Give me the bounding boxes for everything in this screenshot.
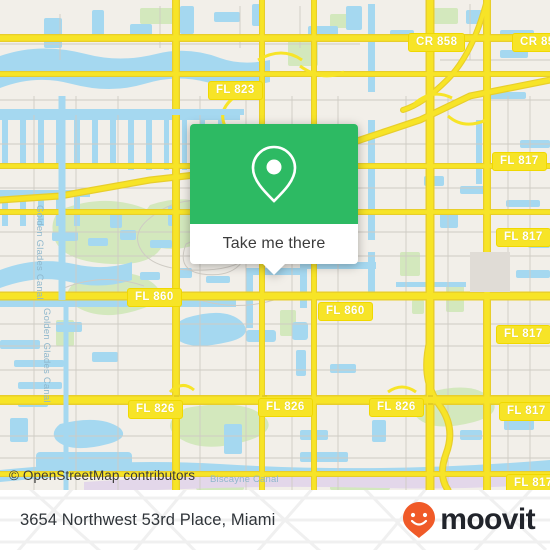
water-label-biscayne-canal: Biscayne Canal (210, 474, 279, 485)
road-shield[interactable]: FL 826 (128, 400, 183, 419)
callout-pointer-tail (263, 264, 285, 275)
map-pin-icon (251, 145, 297, 203)
moovit-pin-smiley-icon (403, 502, 436, 538)
callout-action-row[interactable]: Take me there (190, 224, 358, 264)
road-shield[interactable]: FL 817 (492, 152, 547, 171)
road-shield[interactable]: FL 817 (499, 402, 550, 421)
water-label-golden-glades-canal-upper: Golden Glades Canal (34, 205, 45, 300)
road-shield[interactable]: FL 823 (208, 81, 263, 100)
road-shield[interactable]: FL 860 (127, 288, 182, 307)
osm-attribution[interactable]: © OpenStreetMap contributors (9, 468, 195, 483)
take-me-there-label: Take me there (222, 235, 326, 252)
footer-bar: 3654 Northwest 53rd Place, Miami moovit (0, 490, 550, 550)
road-shield[interactable]: CR 858 (408, 33, 466, 52)
moovit-wordmark: moovit (440, 503, 535, 536)
road-shield[interactable]: FL 826 (258, 398, 313, 417)
map-screenshot: CR 858 CR 858 FL 823 FL 817 FL 817 FL 86… (0, 0, 550, 550)
road-shield[interactable]: FL 817 (506, 474, 550, 490)
road-shield[interactable]: FL 817 (496, 228, 550, 247)
moovit-logo[interactable]: moovit (402, 490, 536, 550)
road-shield[interactable]: FL 860 (318, 302, 373, 321)
address-label: 3654 Northwest 53rd Place, Miami (20, 510, 276, 529)
industrial-block (470, 252, 510, 292)
water-label-golden-glades-canal-lower: Golden Glades Canal (41, 308, 52, 403)
road-shield[interactable]: FL 817 (496, 325, 550, 344)
road-shield[interactable]: CR 858 (512, 33, 550, 52)
road-shield[interactable]: FL 826 (369, 398, 424, 417)
callout-header (190, 124, 358, 224)
map-canvas[interactable]: CR 858 CR 858 FL 823 FL 817 FL 817 FL 86… (0, 0, 550, 490)
location-callout-card[interactable]: Take me there (190, 124, 358, 275)
